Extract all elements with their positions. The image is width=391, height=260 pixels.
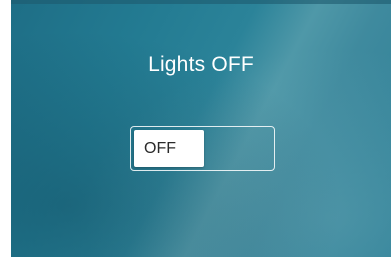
toggle-state-label: OFF bbox=[144, 139, 176, 157]
page-title: Lights OFF bbox=[148, 53, 254, 76]
app-frame: Lights OFF OFF bbox=[0, 0, 391, 260]
toggle-knob[interactable]: OFF bbox=[134, 130, 204, 167]
lights-toggle-switch[interactable]: OFF bbox=[130, 126, 275, 171]
lights-panel: Lights OFF OFF bbox=[11, 0, 391, 257]
